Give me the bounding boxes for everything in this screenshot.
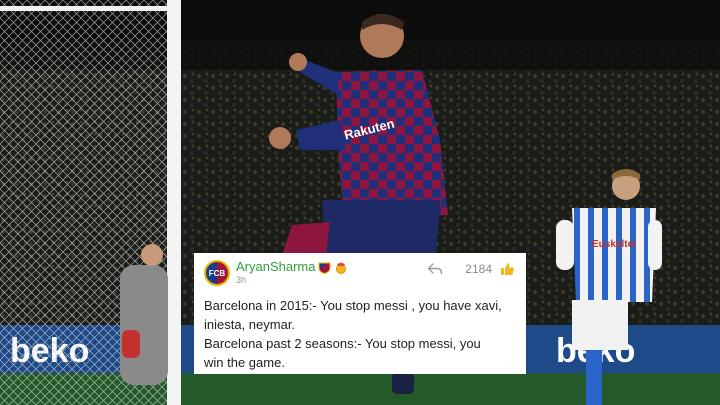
comment-card: FCB AryanSharma 3h 2184 Barcelona in 201… [194, 253, 526, 374]
club-crest-icon [318, 261, 331, 274]
avatar-label: FCB [208, 268, 226, 278]
avatar[interactable]: FCB [204, 260, 230, 286]
username[interactable]: AryanSharma [236, 259, 315, 274]
user-block: AryanSharma 3h [236, 259, 347, 285]
comment-actions: 2184 [427, 262, 516, 276]
comment-text: Barcelona in 2015:- You stop messi , you… [204, 296, 516, 372]
opponent-sponsor: Euskaltel [592, 239, 636, 250]
user-row: AryanSharma [236, 259, 347, 274]
comment-line: win the game. [204, 355, 285, 370]
comment-line: Barcelona past 2 seasons:- You stop mess… [204, 336, 481, 351]
timestamp: 3h [236, 275, 247, 285]
reply-icon[interactable] [427, 262, 443, 276]
comment-header: FCB AryanSharma 3h 2184 [204, 259, 516, 293]
comment-line: iniesta, neymar. [204, 317, 296, 332]
like-count: 2184 [465, 262, 492, 276]
comment-line: Barcelona in 2015:- You stop messi , you… [204, 298, 502, 313]
goalkeeper [120, 265, 168, 385]
medal-icon [334, 261, 347, 274]
thumbs-up-icon[interactable] [500, 262, 516, 276]
